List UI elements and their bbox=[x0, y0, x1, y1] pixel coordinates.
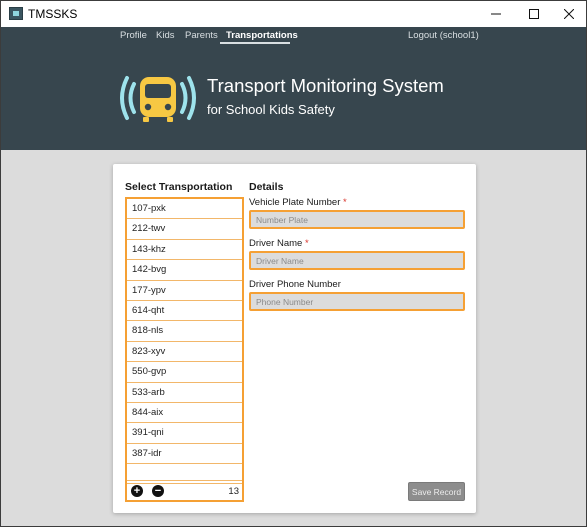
list-item[interactable]: 614-qht bbox=[127, 301, 242, 322]
driver-label-text: Driver Name bbox=[249, 238, 303, 249]
add-icon[interactable]: + bbox=[131, 485, 143, 497]
list-item[interactable]: 177-ypv bbox=[127, 281, 242, 301]
phone-label: Driver Phone Number bbox=[249, 279, 341, 290]
list-item[interactable]: 142-bvg bbox=[127, 260, 242, 281]
app-icon bbox=[9, 7, 23, 20]
nav-item-parents[interactable]: Parents bbox=[185, 30, 218, 41]
required-mark: * bbox=[304, 238, 309, 249]
plate-number-input[interactable] bbox=[249, 210, 465, 229]
list-item[interactable]: 107-pxk bbox=[127, 199, 242, 220]
app-header: Profile Kids Parents Transportations Log… bbox=[1, 27, 586, 150]
maximize-button[interactable] bbox=[515, 1, 553, 27]
title-bar: TMSSKS bbox=[1, 1, 586, 27]
logout-link[interactable]: Logout (school1) bbox=[408, 30, 479, 41]
bus-signal-icon bbox=[120, 76, 196, 122]
nav-item-transportations[interactable]: Transportations bbox=[226, 30, 298, 41]
list-item[interactable]: 823-xyv bbox=[127, 342, 242, 363]
app-window: TMSSKS Profile Kids Parents Transportati… bbox=[0, 0, 587, 527]
top-nav: Profile Kids Parents Transportations Log… bbox=[1, 27, 586, 45]
active-tab-indicator bbox=[220, 42, 290, 44]
close-button[interactable] bbox=[550, 1, 586, 27]
minimize-button[interactable] bbox=[477, 1, 515, 27]
list-item[interactable]: 844-aix bbox=[127, 403, 242, 424]
driver-label: Driver Name * bbox=[249, 238, 309, 249]
details-heading: Details bbox=[249, 181, 284, 193]
list-item[interactable]: 391-qni bbox=[127, 423, 242, 444]
plate-label-text: Vehicle Plate Number bbox=[249, 197, 341, 208]
list-item[interactable]: 533-arb bbox=[127, 383, 242, 403]
remove-icon[interactable]: − bbox=[152, 485, 164, 497]
plate-label: Vehicle Plate Number * bbox=[249, 197, 347, 208]
transport-listbox[interactable]: 107-pxk 212-twv 143-khz 142-bvg 177-ypv … bbox=[125, 197, 244, 502]
window-title: TMSSKS bbox=[28, 7, 78, 21]
minimize-icon bbox=[491, 13, 501, 15]
save-record-button[interactable]: Save Record bbox=[408, 482, 465, 501]
select-transport-heading: Select Transportation bbox=[125, 181, 233, 193]
driver-phone-input[interactable] bbox=[249, 292, 465, 311]
list-item[interactable]: 818-nls bbox=[127, 321, 242, 342]
list-item[interactable]: 550-gvp bbox=[127, 362, 242, 383]
transport-card: Select Transportation 107-pxk 212-twv 14… bbox=[113, 164, 476, 513]
nav-item-profile[interactable]: Profile bbox=[120, 30, 147, 41]
required-mark: * bbox=[343, 197, 347, 208]
nav-item-kids[interactable]: Kids bbox=[156, 30, 174, 41]
list-item[interactable]: 143-khz bbox=[127, 240, 242, 261]
list-footer: + − 13 bbox=[127, 480, 242, 500]
hero-subtitle: for School Kids Safety bbox=[207, 102, 335, 117]
list-item[interactable]: 212-twv bbox=[127, 219, 242, 240]
item-count: 13 bbox=[228, 486, 239, 497]
driver-name-input[interactable] bbox=[249, 251, 465, 270]
hero-title: Transport Monitoring System bbox=[207, 75, 444, 96]
close-icon bbox=[564, 9, 574, 19]
list-item[interactable]: 387-idr bbox=[127, 444, 242, 465]
maximize-icon bbox=[529, 9, 539, 19]
